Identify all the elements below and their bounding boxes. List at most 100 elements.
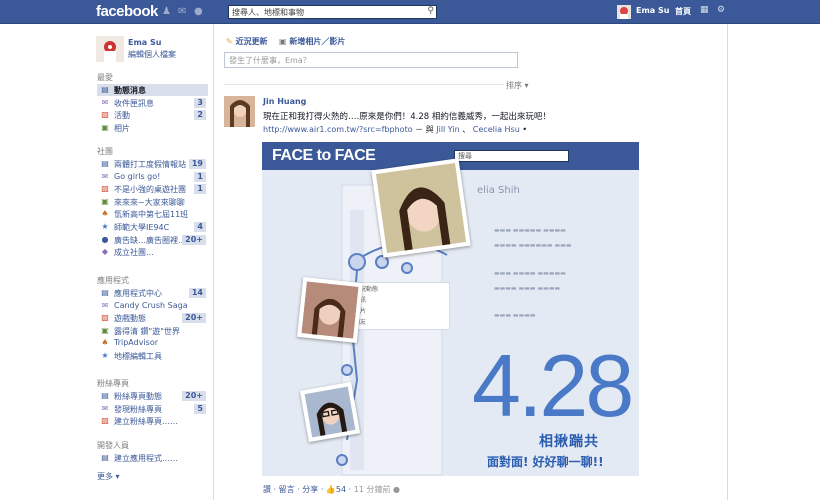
with-label: － 與: [415, 125, 434, 134]
share-link[interactable]: 分享: [302, 485, 318, 494]
feed-divider: [224, 84, 504, 85]
sidebar-group-item-label: 不是小強的桌遊社團: [114, 185, 186, 195]
status-composer-input[interactable]: 發生了什麼事，Ema？: [224, 52, 518, 68]
sidebar-app-item[interactable]: ▧ 遊戲動態 20+: [97, 312, 208, 324]
sidebar-app-item[interactable]: ♠ TripAdvisor: [97, 337, 208, 349]
tagged-user-2[interactable]: Cecelia Hsu: [473, 125, 520, 134]
content-border-right: [727, 24, 728, 500]
sidebar-app-item-label: 應用程式中心: [114, 289, 162, 298]
comment-link[interactable]: 留言: [279, 485, 295, 494]
messages-icon[interactable]: ✉: [178, 6, 189, 17]
sidebar-app-item[interactable]: ★ 地標編輯工具: [97, 350, 208, 362]
sidebar-group-item-icon: ★: [101, 222, 109, 231]
photo-date-text: 4.28: [472, 336, 634, 435]
sidebar-app-item-label: 露得清 鑽"遊"世界: [114, 326, 180, 336]
settings-gear-icon[interactable]: ⚙: [717, 5, 725, 15]
apps-heading: 應用程式: [97, 276, 129, 285]
sidebar-page-item-label: 建立粉絲專頁……: [114, 417, 178, 427]
tagged-user-1[interactable]: Jill Yin: [436, 125, 459, 134]
sidebar-group-item-icon: ◆: [101, 247, 109, 257]
photo-search-box: 搜尋: [454, 150, 569, 162]
sidebar-app-item-icon: ♠: [101, 338, 109, 348]
sidebar-app-item-icon: ▣: [101, 325, 109, 335]
search-placeholder: 搜尋人、地標和事物: [232, 8, 304, 17]
sidebar-app-item-icon: ✉: [101, 300, 109, 310]
sidebar-favorite-item-count-badge: 3: [194, 97, 206, 108]
photo-slogan-1: 相揪踹共: [539, 434, 599, 450]
sidebar-group-item-label: 師範大學IE94C: [114, 223, 170, 232]
sidebar-group-item-icon: ▤: [101, 159, 109, 168]
sidebar-page-item[interactable]: ✉ 發現粉絲專頁 5: [97, 403, 208, 415]
post-photo[interactable]: FACE to FACE 搜尋 elia Shih ▬▬▬ ▬▬▬▬▬ ▬▬▬▬…: [262, 142, 639, 476]
sidebar-favorite-item-icon: ▧: [101, 110, 109, 120]
post-author-avatar[interactable]: [224, 96, 255, 127]
sidebar-favorite-item[interactable]: ✉ 收件匣訊息 3: [97, 97, 208, 109]
like-count[interactable]: 54: [336, 485, 346, 494]
sidebar-group-item[interactable]: ● 廣告缺…廣告圈裡… 20+: [97, 234, 208, 246]
edit-profile-link[interactable]: 編輯個人檔案: [128, 49, 176, 60]
post-link-line: http://www.air1.com.tw/?src=fbphoto － 與 …: [263, 125, 528, 134]
top-bar: facebook ♟ ✉ ● 搜尋人、地標和事物 ⚲ Ema Su 首頁 ▦ ⚙: [0, 0, 820, 24]
profile-name[interactable]: Ema Su: [128, 38, 161, 47]
sidebar-favorite-item[interactable]: ▧ 活動 2: [97, 109, 208, 121]
sidebar-page-item-icon: ▤: [101, 391, 109, 400]
search-icon[interactable]: ⚲: [427, 6, 434, 16]
user-name-link[interactable]: Ema Su: [636, 6, 669, 15]
sidebar-group-item-count-badge: 4: [194, 222, 206, 232]
sidebar-page-item[interactable]: ▤ 粉絲專頁動態 20+: [97, 390, 208, 402]
sidebar-group-item[interactable]: ▣ 來來來~大家來聊聊: [97, 196, 208, 208]
sidebar-app-item-label: Candy Crush Saga: [114, 300, 188, 310]
home-link[interactable]: 首頁: [675, 6, 691, 17]
sidebar-group-item-label: 來來來~大家來聊聊: [114, 197, 185, 207]
sidebar-group-item[interactable]: ✉ Go girls go! 1: [97, 171, 208, 183]
sidebar-page-item-count-badge: 5: [194, 403, 206, 414]
like-link[interactable]: 讚: [263, 485, 271, 494]
sidebar-developer-item-icon: ▤: [101, 453, 109, 462]
photo-title: FACE to FACE: [272, 147, 376, 164]
privacy-icon[interactable]: ▦: [700, 5, 709, 15]
sort-dropdown[interactable]: 排序 ▾: [506, 80, 529, 91]
sidebar-favorite-item-count-badge: 2: [194, 110, 206, 121]
post-author-name[interactable]: Jin Huang: [263, 97, 306, 106]
notifications-icon[interactable]: ●: [194, 6, 205, 17]
sidebar-group-item[interactable]: ▤ 兩體打工度假情報站 19: [97, 158, 208, 170]
sidebar-favorite-item[interactable]: ▤ 動態消息: [97, 84, 208, 96]
developer-heading: 開發人員: [97, 441, 129, 450]
search-input[interactable]: 搜尋人、地標和事物 ⚲: [228, 5, 437, 19]
facebook-logo[interactable]: facebook: [96, 3, 158, 20]
groups-heading: 社團: [97, 147, 113, 156]
sidebar-group-item[interactable]: ◆ 成立社團…: [97, 246, 208, 258]
post-timestamp[interactable]: 11 分鐘前: [354, 485, 391, 494]
camera-icon: ▣: [279, 37, 287, 46]
sidebar-page-item-icon: ✉: [101, 403, 109, 413]
tag-separator: 、: [462, 125, 471, 134]
sidebar-app-item[interactable]: ✉ Candy Crush Saga: [97, 300, 208, 312]
sidebar-group-item-count-badge: 1: [194, 171, 206, 182]
polaroid-photo-1: [371, 158, 471, 258]
sidebar-app-item[interactable]: ▣ 露得清 鑽"遊"世界: [97, 325, 208, 337]
more-link[interactable]: 更多 ▾: [97, 471, 120, 482]
profile-picture[interactable]: [96, 36, 124, 62]
tab-add-photo[interactable]: ▣ 新增相片／影片: [279, 36, 345, 47]
sidebar-page-item[interactable]: ▧ 建立粉絲專頁……: [97, 415, 208, 427]
sidebar-page-item-icon: ▧: [101, 416, 109, 426]
polaroid-photo-2: [297, 277, 363, 343]
sidebar-group-item-icon: ✉: [101, 171, 109, 181]
sidebar-group-item-label: 成立社團…: [114, 248, 154, 258]
sort-label: 排序: [506, 81, 522, 90]
sidebar-group-item[interactable]: ♠ 氫新高中第七屆11班: [97, 208, 208, 220]
sidebar-app-item-icon: ★: [101, 351, 109, 360]
avatar[interactable]: [617, 5, 631, 19]
sidebar-favorite-item[interactable]: ▣ 相片: [97, 122, 208, 134]
sidebar-group-item-label: Go girls go!: [114, 171, 161, 181]
sidebar-page-item-label: 發現粉絲專頁: [114, 404, 162, 414]
sidebar-app-item[interactable]: ▤ 應用程式中心 14: [97, 287, 208, 299]
post-url-link[interactable]: http://www.air1.com.tw/?src=fbphoto: [263, 125, 413, 134]
tab-status-update[interactable]: ✎ 近況更新: [226, 36, 268, 47]
sidebar-group-item[interactable]: ★ 師範大學IE94C 4: [97, 221, 208, 233]
sidebar-app-item-count-badge: 14: [188, 288, 206, 298]
friend-requests-icon[interactable]: ♟: [162, 6, 173, 17]
sidebar-developer-item[interactable]: ▤ 建立應用程式……: [97, 452, 208, 464]
more-label: 更多: [97, 472, 113, 481]
sidebar-group-item[interactable]: ▧ 不是小強的桌遊社團 1: [97, 183, 208, 195]
